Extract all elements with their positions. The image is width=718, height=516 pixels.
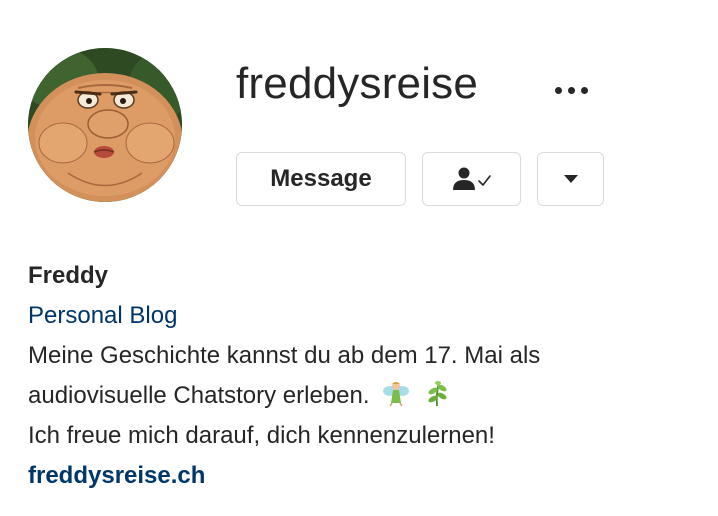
avatar-illustration <box>28 48 182 202</box>
bio-line-2-container: audiovisuelle Chatstory erleben. <box>28 376 708 416</box>
avatar[interactable] <box>28 48 182 202</box>
profile-name: Freddy <box>28 262 109 289</box>
profile-category: Personal Blog <box>28 302 178 329</box>
bio-line-3: Ich freue mich darauf, dich kennenzulern… <box>28 422 495 449</box>
website-link[interactable]: freddysreise.ch <box>28 462 205 489</box>
following-button[interactable] <box>422 152 521 206</box>
profile-username: freddysreise <box>236 59 479 108</box>
more-horizontal-icon-dot <box>567 86 575 94</box>
message-button[interactable]: Message <box>236 152 406 206</box>
bio-line-1: Meine Geschichte kannst du ab dem 17. Ma… <box>28 342 541 369</box>
more-horizontal-icon <box>554 86 562 94</box>
profile-bio: Freddy Personal Blog Meine Geschichte ka… <box>28 256 708 496</box>
message-button-label: Message <box>270 165 372 192</box>
more-horizontal-icon-dot <box>580 86 588 94</box>
caret-down-icon <box>563 175 578 183</box>
person-check-icon <box>452 167 491 190</box>
bio-line-2: audiovisuelle Chatstory erleben. <box>28 382 370 409</box>
more-options-button[interactable] <box>546 72 596 108</box>
herb-emoji-icon <box>428 381 447 407</box>
fairy-emoji-icon <box>383 382 410 407</box>
suggestions-dropdown-button[interactable] <box>537 152 604 206</box>
